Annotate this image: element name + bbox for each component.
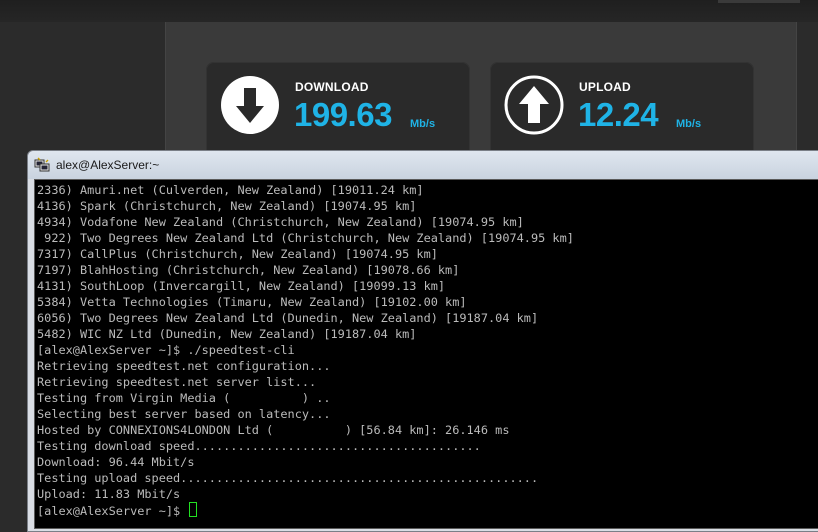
speedtest-results-panel: DOWNLOAD 199.63 Mb/s UPLOAD 12.24 Mb/s bbox=[165, 22, 797, 172]
terminal-line: 5482) WIC NZ Ltd (Dunedin, New Zealand) … bbox=[37, 327, 417, 341]
window-title: alex@AlexServer:~ bbox=[56, 158, 160, 172]
terminal-line: Download: 96.44 Mbit/s bbox=[37, 455, 195, 469]
upload-arrow-icon bbox=[504, 75, 564, 135]
terminal-line: 2336) Amuri.net (Culverden, New Zealand)… bbox=[37, 183, 424, 197]
terminal-line: 5384) Vetta Technologies (Timaru, New Ze… bbox=[37, 295, 467, 309]
terminal-line: 6056) Two Degrees New Zealand Ltd (Duned… bbox=[37, 311, 539, 325]
terminal-line: Upload: 11.83 Mbit/s bbox=[37, 487, 181, 501]
terminal-output[interactable]: 2336) Amuri.net (Culverden, New Zealand)… bbox=[34, 179, 818, 529]
download-unit: Mb/s bbox=[410, 118, 436, 130]
terminal-line: Selecting best server based on latency..… bbox=[37, 407, 331, 421]
top-edge-line bbox=[718, 0, 800, 3]
terminal-line: 4131) SouthLoop (Invercargill, New Zeala… bbox=[37, 279, 446, 293]
terminal-line: 7197) BlahHosting (Christchurch, New Zea… bbox=[37, 263, 460, 277]
terminal-line: 7317) CallPlus (Christchurch, New Zealan… bbox=[37, 247, 438, 261]
shell-prompt: [alex@AlexServer ~]$ bbox=[37, 504, 188, 518]
putty-terminal-window[interactable]: alex@AlexServer:~ 2336) Amuri.net (Culve… bbox=[27, 150, 818, 532]
putty-app-icon[interactable] bbox=[34, 157, 50, 173]
terminal-line: Testing download speed..................… bbox=[37, 439, 481, 453]
terminal-line: Retrieving speedtest.net configuration..… bbox=[37, 359, 331, 373]
upload-unit: Mb/s bbox=[676, 118, 702, 130]
terminal-line: Testing upload speed....................… bbox=[37, 471, 539, 485]
terminal-line: [alex@AlexServer ~]$ ./speedtest-cli bbox=[37, 343, 295, 357]
terminal-line: 4136) Spark (Christchurch, New Zealand) … bbox=[37, 199, 417, 213]
download-value: 199.63 bbox=[294, 96, 392, 133]
terminal-prompt-line[interactable]: [alex@AlexServer ~]$ bbox=[37, 502, 818, 518]
terminal-line: Testing from Virgin Media ( ) .. bbox=[37, 391, 331, 405]
browser-top-strip bbox=[0, 0, 818, 22]
window-titlebar[interactable]: alex@AlexServer:~ bbox=[28, 151, 818, 179]
terminal-line: Retrieving speedtest.net server list... bbox=[37, 375, 317, 389]
terminal-line: 4934) Vodafone New Zealand (Christchurch… bbox=[37, 215, 524, 229]
download-label: DOWNLOAD bbox=[295, 80, 369, 94]
terminal-cursor bbox=[189, 502, 198, 517]
upload-label: UPLOAD bbox=[579, 80, 631, 94]
terminal-line: 922) Two Degrees New Zealand Ltd (Christ… bbox=[37, 231, 574, 245]
upload-value: 12.24 bbox=[578, 96, 659, 133]
terminal-line: Hosted by CONNEXIONS4LONDON Ltd ( ) [56.… bbox=[37, 423, 510, 437]
download-arrow-icon bbox=[221, 76, 279, 134]
